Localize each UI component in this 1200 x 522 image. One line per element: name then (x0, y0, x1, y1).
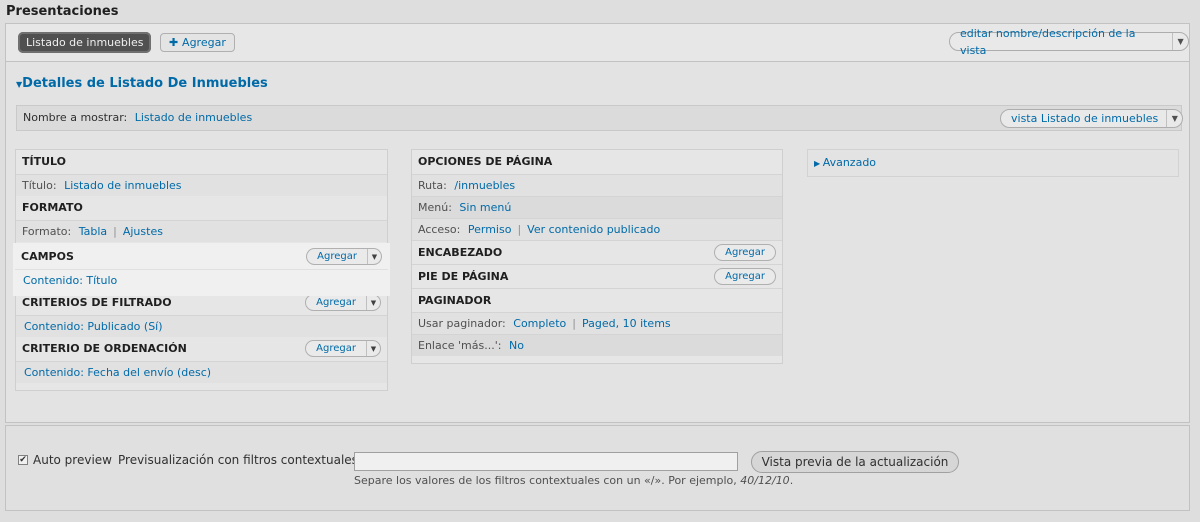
chevron-down-icon[interactable]: ▼ (366, 341, 380, 356)
ruta-row: Ruta: /inmuebles (412, 174, 782, 196)
edit-view-name-label: editar nombre/descripción de la vista (960, 26, 1136, 57)
menu-link[interactable]: Sin menú (459, 201, 511, 214)
display-tabs-bar: Listado de inmuebles ✚ Agregar editar no… (5, 23, 1190, 61)
paginador-completo-link[interactable]: Completo (513, 317, 566, 330)
formato-ajustes-link[interactable]: Ajustes (123, 225, 163, 238)
ctx-filters-hint: Separe los valores de los filtros contex… (354, 474, 793, 487)
add-display-button[interactable]: ✚ Agregar (160, 33, 235, 52)
paginador-paged-link[interactable]: Paged, 10 items (582, 317, 671, 330)
formato-row: Formato: Tabla | Ajustes (16, 220, 387, 242)
paginador-row: Usar paginador: Completo | Paged, 10 items (412, 312, 782, 334)
chevron-down-icon[interactable]: ▼ (367, 249, 381, 264)
acceso-label: Acceso: (418, 223, 461, 236)
titulo-label: Título: (22, 179, 57, 192)
section-encabezado-head: ENCABEZADO Agregar (412, 240, 782, 264)
view-display-dropdown[interactable]: vista Listado de inmuebles ▼ (1000, 109, 1184, 128)
section-campos: CAMPOS Agregar ▼ Contenido: Título (15, 245, 388, 294)
section-formato-head: FORMATO (22, 201, 83, 214)
chevron-down-icon[interactable]: ▼ (366, 295, 380, 310)
advanced-toggle[interactable]: ▶ Avanzado (807, 149, 1179, 177)
enlace-mas-label: Enlace 'más...': (418, 339, 502, 352)
titulo-row: Título: Listado de inmuebles (16, 174, 387, 196)
chevron-down-icon[interactable]: ▼ (1172, 33, 1188, 50)
add-footer-label: Agregar (725, 270, 765, 282)
middle-column: OPCIONES DE PÁGINA Ruta: /inmuebles Menú… (411, 149, 783, 364)
ruta-link[interactable]: /inmuebles (454, 179, 515, 192)
sort-item-row: Contenido: Fecha del envío (desc) (16, 361, 387, 383)
filter-item-link[interactable]: Contenido: Publicado (Sí) (24, 320, 163, 333)
campos-title: CAMPOS (21, 250, 74, 263)
acceso-row: Acceso: Permiso | Ver contenido publicado (412, 218, 782, 240)
hint-text: Separe los valores de los filtros contex… (354, 474, 741, 487)
menu-row: Menú: Sin menú (412, 196, 782, 218)
section-titulo-head: TÍTULO (22, 155, 66, 168)
chevron-down-icon[interactable]: ▼ (1166, 110, 1182, 127)
add-header-button[interactable]: Agregar (714, 244, 776, 261)
section-orden-head: CRITERIO DE ORDENACIÓN Agregar ▼ (16, 337, 387, 361)
add-display-label: Agregar (182, 36, 226, 49)
filtros-title: CRITERIOS DE FILTRADO (22, 296, 172, 309)
menu-label: Menú: (418, 201, 452, 214)
update-preview-button[interactable]: Vista previa de la actualización (751, 451, 959, 473)
add-header-label: Agregar (725, 246, 765, 258)
page-title: Presentaciones (6, 4, 119, 19)
orden-title: CRITERIO DE ORDENACIÓN (22, 342, 187, 355)
encabezado-title: ENCABEZADO (418, 246, 503, 259)
filter-item-row: Contenido: Publicado (Sí) (16, 315, 387, 337)
acceso-ver-link[interactable]: Ver contenido publicado (527, 223, 660, 236)
auto-preview-checkbox[interactable]: ✔ (18, 455, 28, 465)
add-filter-button[interactable]: Agregar ▼ (305, 294, 381, 311)
ctx-filters-input[interactable] (354, 452, 738, 471)
view-display-label: vista Listado de inmuebles (1011, 112, 1159, 125)
add-filter-label: Agregar (316, 296, 356, 308)
details-heading: Detalles de Listado De Inmuebles (22, 76, 268, 91)
display-name-link[interactable]: Listado de inmuebles (135, 111, 252, 124)
section-pagina-head: OPCIONES DE PÁGINA (418, 155, 553, 168)
plus-icon: ✚ (169, 36, 183, 49)
add-field-label: Agregar (317, 250, 357, 262)
enlace-mas-row: Enlace 'más...': No (412, 334, 782, 356)
edit-view-name-dropdown[interactable]: editar nombre/descripción de la vista ▼ (949, 27, 1189, 57)
details-toggle[interactable]: ▼Detalles de Listado De Inmuebles (16, 76, 268, 91)
section-paginador-head: PAGINADOR (412, 288, 782, 312)
ruta-label: Ruta: (418, 179, 447, 192)
tab-listado-inmuebles[interactable]: Listado de inmuebles (18, 32, 152, 53)
usar-paginador-label: Usar paginador: (418, 317, 506, 330)
hint-example: 40/12/10 (740, 474, 790, 487)
field-item-row: Contenido: Título (15, 269, 388, 291)
formato-label: Formato: (22, 225, 72, 238)
separator: | (517, 223, 522, 236)
hint-end: . (789, 474, 794, 487)
add-footer-button[interactable]: Agregar (714, 268, 776, 285)
sort-item-link[interactable]: Contenido: Fecha del envío (desc) (24, 366, 211, 379)
add-field-button[interactable]: Agregar ▼ (306, 248, 382, 265)
auto-preview-label: Auto preview (33, 453, 112, 467)
titulo-link[interactable]: Listado de inmuebles (64, 179, 181, 192)
separator: | (113, 225, 117, 238)
advanced-label: Avanzado (822, 156, 877, 169)
display-name-label: Nombre a mostrar: (23, 111, 128, 124)
section-pie-head: PIE DE PÁGINA Agregar (412, 264, 782, 288)
triangle-right-icon: ▶ (814, 159, 823, 168)
add-sort-label: Agregar (316, 342, 356, 354)
preview-bar: ✔ Auto preview Previsualización con filt… (5, 425, 1190, 511)
section-filtros-head: CRITERIOS DE FILTRADO Agregar ▼ (16, 291, 387, 315)
separator: | (572, 317, 576, 330)
add-sort-button[interactable]: Agregar ▼ (305, 340, 381, 357)
ctx-filters-label: Previsualización con filtros contextuale… (118, 453, 362, 467)
acceso-permiso-link[interactable]: Permiso (468, 223, 512, 236)
field-item-link[interactable]: Contenido: Título (23, 274, 117, 287)
section-campos-head: CAMPOS Agregar ▼ (15, 245, 388, 269)
pie-title: PIE DE PÁGINA (418, 270, 509, 283)
enlace-mas-link[interactable]: No (509, 339, 524, 352)
formato-tabla-link[interactable]: Tabla (79, 225, 107, 238)
